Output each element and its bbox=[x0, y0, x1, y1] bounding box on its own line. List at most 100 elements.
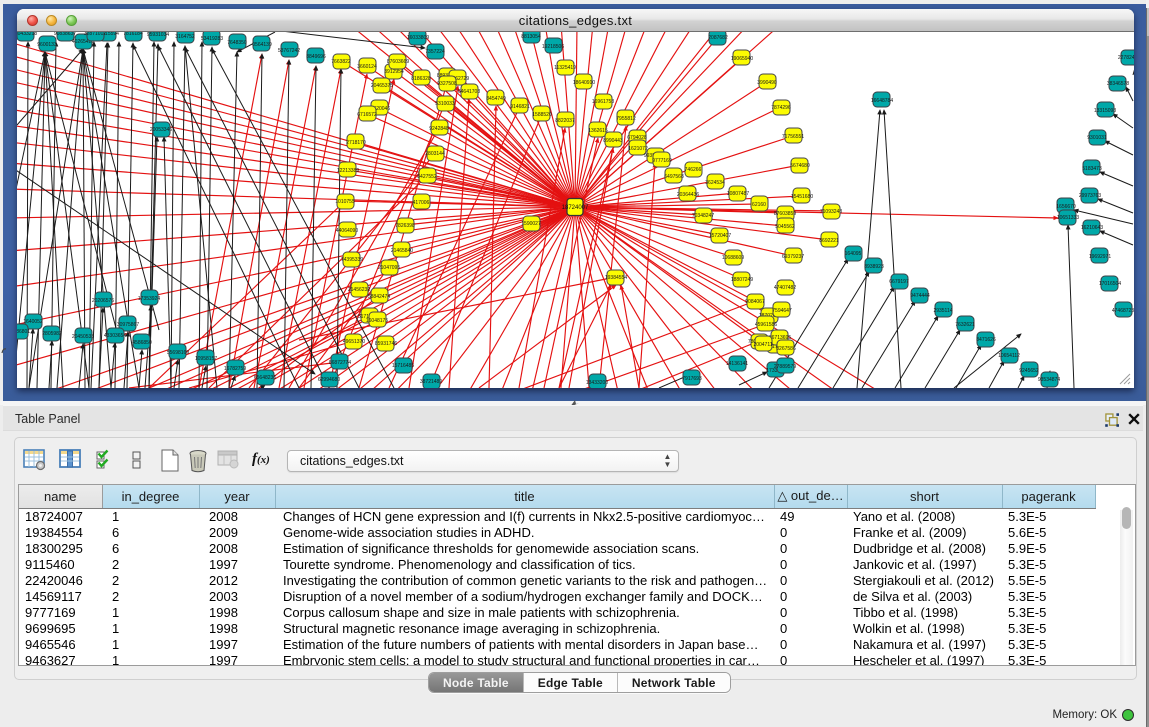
svg-text:65648236: 65648236 bbox=[254, 375, 276, 381]
svg-text:17016504: 17016504 bbox=[1099, 281, 1121, 287]
svg-text:95931034: 95931034 bbox=[147, 32, 169, 38]
svg-text:22782489: 22782489 bbox=[1118, 55, 1134, 61]
svg-text:53767242: 53767242 bbox=[278, 48, 300, 54]
svg-text:47407482: 47407482 bbox=[774, 285, 796, 291]
svg-text:10958157: 10958157 bbox=[195, 356, 217, 362]
svg-text:29973763: 29973763 bbox=[1079, 193, 1101, 199]
svg-text:21456232: 21456232 bbox=[348, 287, 370, 293]
svg-text:10807487: 10807487 bbox=[727, 191, 749, 197]
svg-text:16782759: 16782759 bbox=[224, 366, 246, 372]
svg-text:8990443: 8990443 bbox=[603, 138, 623, 144]
svg-text:10654112: 10654112 bbox=[998, 353, 1020, 359]
svg-text:15716485: 15716485 bbox=[392, 363, 414, 369]
svg-text:19065940: 19065940 bbox=[731, 56, 753, 62]
svg-text:10433218: 10433218 bbox=[17, 32, 37, 37]
svg-text:5183473: 5183473 bbox=[1082, 166, 1102, 172]
svg-text:20364436: 20364436 bbox=[677, 192, 699, 198]
svg-text:9301031: 9301031 bbox=[1087, 135, 1107, 141]
svg-text:1621072: 1621072 bbox=[628, 146, 648, 152]
svg-text:11325419: 11325419 bbox=[554, 65, 576, 71]
svg-text:71093248: 71093248 bbox=[820, 209, 842, 215]
svg-text:18807249: 18807249 bbox=[731, 277, 753, 283]
svg-text:53419283: 53419283 bbox=[201, 36, 223, 42]
svg-text:2805982: 2805982 bbox=[42, 331, 62, 337]
svg-text:16033809: 16033809 bbox=[407, 35, 429, 41]
svg-text:2718170: 2718170 bbox=[346, 140, 366, 146]
svg-text:5674680: 5674680 bbox=[790, 163, 810, 169]
svg-text:6716572: 6716572 bbox=[357, 112, 377, 118]
svg-text:10688609: 10688609 bbox=[722, 255, 744, 261]
svg-text:15451680: 15451680 bbox=[791, 194, 813, 200]
svg-text:74395339: 74395339 bbox=[341, 257, 363, 263]
svg-text:44064090: 44064090 bbox=[336, 228, 358, 234]
svg-text:86872774: 86872774 bbox=[329, 360, 351, 366]
svg-text:417006: 417006 bbox=[413, 200, 430, 206]
svg-text:87603859: 87603859 bbox=[774, 211, 796, 217]
svg-text:16210643: 16210643 bbox=[1081, 225, 1103, 231]
svg-text:9327508: 9327508 bbox=[437, 81, 457, 87]
svg-text:5310033: 5310033 bbox=[435, 101, 455, 107]
svg-text:3660124: 3660124 bbox=[357, 64, 377, 70]
svg-text:9242848: 9242848 bbox=[429, 126, 449, 132]
svg-text:8454749: 8454749 bbox=[486, 96, 506, 102]
svg-text:16648784: 16648784 bbox=[871, 98, 893, 104]
svg-text:71756551: 71756551 bbox=[782, 134, 804, 140]
svg-text:2803144: 2803144 bbox=[425, 151, 445, 157]
svg-text:3912954: 3912954 bbox=[384, 69, 404, 75]
svg-text:2087682: 2087682 bbox=[708, 35, 728, 41]
svg-text:8938923: 8938923 bbox=[864, 264, 884, 270]
svg-text:20465375: 20465375 bbox=[371, 83, 393, 89]
svg-text:6497568: 6497568 bbox=[664, 174, 684, 180]
svg-text:164095: 164095 bbox=[845, 251, 862, 257]
svg-text:7357224: 7357224 bbox=[425, 49, 445, 55]
svg-text:7826398: 7826398 bbox=[395, 223, 415, 229]
svg-text:85931746: 85931746 bbox=[375, 341, 397, 347]
svg-text:9146821: 9146821 bbox=[510, 104, 530, 110]
svg-text:15720407: 15720407 bbox=[709, 233, 731, 239]
svg-text:1010755: 1010755 bbox=[335, 199, 355, 205]
svg-text:13315098: 13315098 bbox=[1094, 108, 1116, 114]
svg-text:38346578: 38346578 bbox=[1107, 81, 1129, 87]
svg-text:19218506: 19218506 bbox=[542, 44, 564, 50]
svg-text:3164752: 3164752 bbox=[175, 34, 195, 40]
svg-text:32871012: 32871012 bbox=[84, 32, 106, 37]
svg-text:1588520: 1588520 bbox=[532, 112, 552, 118]
svg-text:1590027: 1590027 bbox=[521, 221, 541, 227]
svg-text:93534874: 93534874 bbox=[1038, 377, 1060, 383]
svg-text:1362615: 1362615 bbox=[588, 128, 608, 134]
svg-text:8849696: 8849696 bbox=[306, 54, 326, 60]
svg-text:19384554: 19384554 bbox=[605, 275, 627, 281]
svg-text:47468723: 47468723 bbox=[1112, 308, 1134, 314]
svg-text:38721489: 38721489 bbox=[420, 379, 442, 385]
svg-text:20450533: 20450533 bbox=[72, 334, 94, 340]
svg-text:17353924: 17353924 bbox=[138, 296, 160, 302]
svg-text:21465840: 21465840 bbox=[391, 248, 413, 254]
svg-text:16048175: 16048175 bbox=[366, 318, 388, 324]
svg-text:10651333: 10651333 bbox=[1057, 215, 1079, 221]
svg-text:8813054: 8813054 bbox=[521, 34, 541, 40]
svg-text:55698169: 55698169 bbox=[167, 350, 189, 356]
svg-text:12213389: 12213389 bbox=[337, 168, 359, 174]
svg-text:3990490: 3990490 bbox=[757, 80, 777, 86]
svg-text:87603669: 87603669 bbox=[387, 59, 409, 65]
svg-text:20206576: 20206576 bbox=[92, 298, 114, 304]
svg-text:69379237: 69379237 bbox=[782, 254, 804, 260]
svg-text:9084067: 9084067 bbox=[745, 299, 765, 305]
svg-text:18724007: 18724007 bbox=[562, 205, 589, 211]
svg-text:9777169: 9777169 bbox=[652, 158, 672, 164]
svg-text:62994680: 62994680 bbox=[318, 377, 340, 383]
svg-text:0564139: 0564139 bbox=[252, 42, 272, 48]
svg-text:2004711: 2004711 bbox=[753, 342, 772, 348]
svg-text:14136141: 14136141 bbox=[726, 361, 748, 367]
svg-text:62160: 62160 bbox=[752, 202, 766, 208]
svg-text:9474444: 9474444 bbox=[910, 293, 930, 299]
svg-text:8427552: 8427552 bbox=[417, 174, 437, 180]
svg-text:3624534: 3624534 bbox=[705, 180, 725, 186]
svg-text:49651370: 49651370 bbox=[343, 339, 365, 345]
svg-text:18640910: 18640910 bbox=[573, 80, 595, 86]
svg-text:8471626: 8471626 bbox=[976, 337, 996, 343]
svg-text:1656670: 1656670 bbox=[1056, 204, 1076, 210]
svg-text:8822037: 8822037 bbox=[555, 118, 575, 124]
svg-text:9600133: 9600133 bbox=[37, 42, 57, 48]
svg-text:7648350: 7648350 bbox=[227, 40, 247, 46]
